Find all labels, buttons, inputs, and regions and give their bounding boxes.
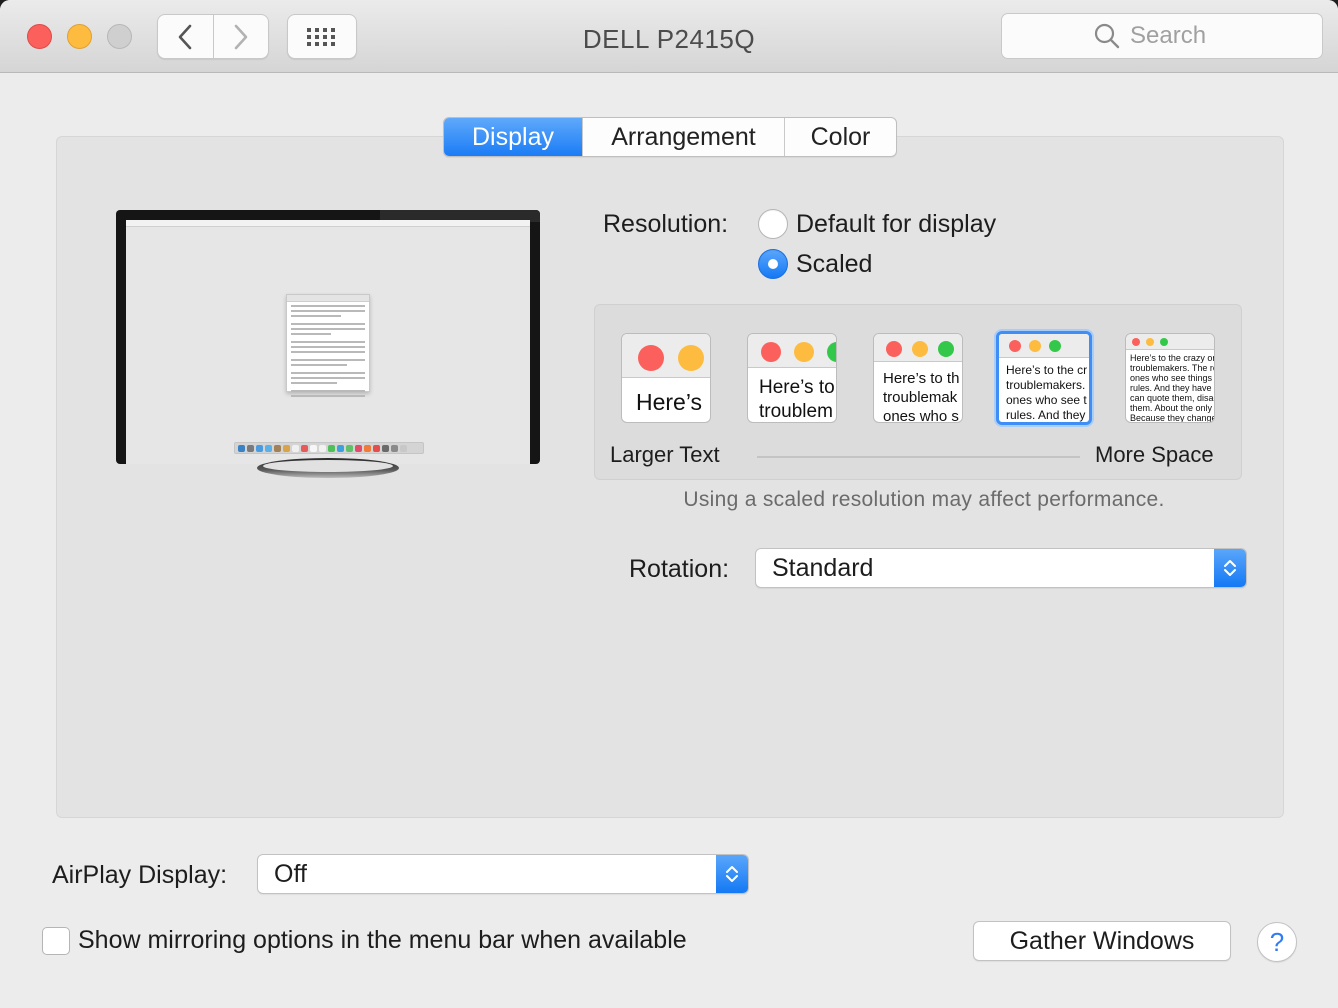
scale-option-2[interactable]: Here’s to troublem (747, 333, 837, 423)
mirroring-checkbox-label[interactable]: Show mirroring options in the menu bar w… (78, 926, 687, 955)
radio-label: Default for display (796, 209, 997, 238)
preview-dock (234, 442, 424, 454)
scale-option-4-selected[interactable]: Here’s to the cr troublemakers. ones who… (996, 331, 1092, 425)
search-input[interactable] (1130, 22, 1230, 50)
help-button[interactable]: ? (1257, 922, 1297, 962)
monitor-stand (257, 458, 399, 478)
title-bar: DELL P2415Q (0, 0, 1338, 73)
radio-button-selected[interactable] (758, 249, 788, 279)
scale-option-5[interactable]: Here’s to the crazy one troublemakers. T… (1125, 333, 1215, 423)
performance-note: Using a scaled resolution may affect per… (683, 488, 1165, 511)
scale-option-text: Here’s to troublem (759, 377, 835, 422)
radio-default-for-display[interactable]: Default for display (758, 209, 996, 239)
radio-button[interactable] (758, 209, 788, 239)
scale-option-text: Here’s to th troublemak ones who s (883, 370, 960, 423)
up-down-arrows-icon (1214, 549, 1246, 587)
airplay-display-popup[interactable]: Off (257, 854, 749, 894)
scale-slider-track (757, 456, 1080, 458)
rotation-popup[interactable]: Standard (755, 548, 1247, 588)
tab-arrangement[interactable]: Arrangement (582, 118, 784, 156)
scale-option-text: Here’s to the crazy one troublemakers. T… (1130, 353, 1214, 423)
radio-label: Scaled (796, 249, 873, 278)
tab-color[interactable]: Color (784, 118, 896, 156)
more-space-label: More Space (1095, 442, 1214, 467)
tab-bar: Display Arrangement Color (443, 117, 897, 157)
larger-text-label: Larger Text (610, 442, 720, 467)
system-preferences-window: DELL P2415Q Display Arrangement Color (0, 0, 1338, 1008)
gather-windows-button[interactable]: Gather Windows (973, 921, 1231, 961)
scale-option-3[interactable]: Here’s to th troublemak ones who s (873, 333, 963, 423)
rotation-label: Rotation: (629, 555, 730, 583)
preview-document-window (286, 294, 370, 397)
radio-scaled[interactable]: Scaled (758, 249, 872, 279)
rotation-value: Standard (772, 553, 874, 582)
preview-menu-bar (126, 220, 530, 227)
up-down-arrows-icon (716, 855, 748, 893)
magnifier-icon (1094, 23, 1120, 49)
resolution-label: Resolution: (603, 210, 729, 238)
tab-display[interactable]: Display (444, 118, 582, 156)
airplay-display-value: Off (274, 859, 307, 888)
monitor-preview (116, 210, 540, 464)
scale-option-text: Here’s (636, 389, 703, 415)
mirroring-checkbox[interactable] (42, 927, 70, 955)
scale-option-text: Here’s to the cr troublemakers. ones who… (1006, 363, 1088, 422)
airplay-display-label: AirPlay Display: (52, 861, 228, 889)
search-field[interactable] (1001, 13, 1323, 59)
scale-option-1[interactable]: Here’s (621, 333, 711, 423)
monitor-screen (126, 220, 530, 464)
